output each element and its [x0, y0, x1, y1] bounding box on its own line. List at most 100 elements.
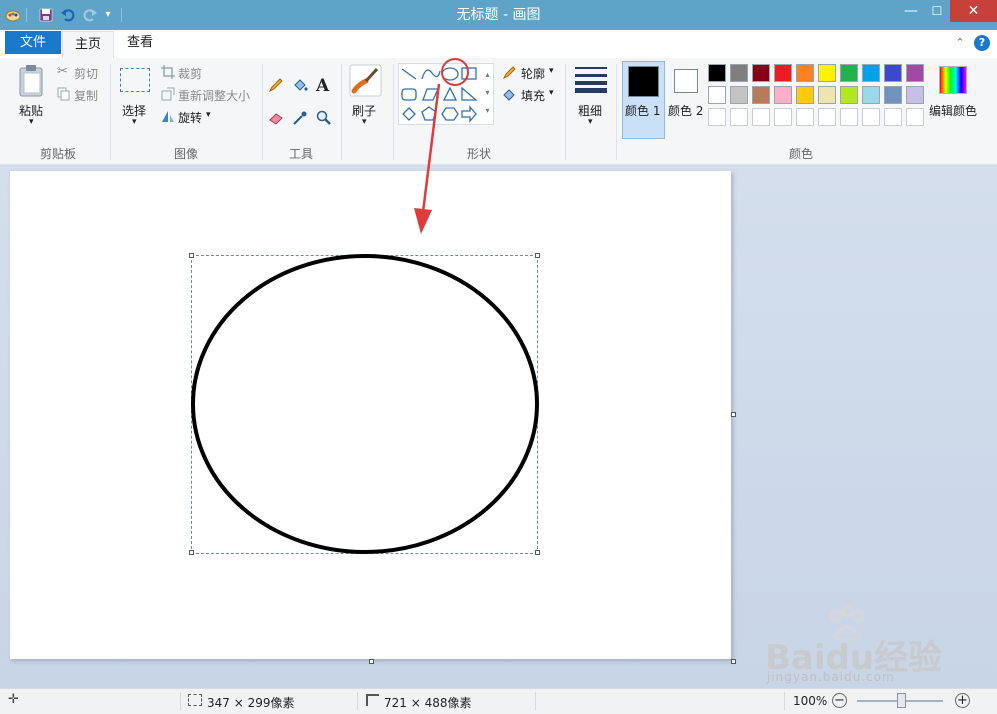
- magnifier-icon[interactable]: [316, 110, 332, 126]
- scissors-icon: ✂: [57, 64, 68, 79]
- palette-color-swatch[interactable]: [796, 86, 814, 104]
- palette-color-swatch[interactable]: [840, 64, 858, 82]
- palette-custom-swatch[interactable]: [884, 108, 902, 126]
- pencil-icon[interactable]: [268, 77, 284, 93]
- brushes-dropdown-icon[interactable]: ▾: [362, 117, 367, 127]
- palette-color-swatch[interactable]: [906, 64, 924, 82]
- palette-color-swatch[interactable]: [862, 64, 880, 82]
- zoom-out-button[interactable]: −: [832, 693, 847, 708]
- zoom-slider-thumb[interactable]: [897, 693, 906, 708]
- paste-dropdown-icon[interactable]: ▾: [29, 117, 34, 127]
- palette-custom-swatch[interactable]: [708, 108, 726, 126]
- quick-access-divider: [121, 8, 122, 22]
- text-tool-icon[interactable]: A: [316, 76, 332, 96]
- eraser-icon[interactable]: [268, 110, 284, 126]
- fill-dropdown-icon[interactable]: ▾: [549, 88, 554, 98]
- cut-button[interactable]: 剪切: [74, 65, 98, 82]
- rotate-dropdown-icon[interactable]: ▾: [206, 110, 211, 120]
- drawn-ellipse[interactable]: [188, 252, 542, 557]
- status-separator: [357, 692, 358, 710]
- outline-dropdown-icon[interactable]: ▾: [549, 66, 554, 76]
- group-separator: [565, 64, 566, 160]
- minimize-ribbon-icon[interactable]: ⌃: [953, 36, 967, 50]
- customize-quick-access-icon[interactable]: ▾: [100, 7, 116, 23]
- copy-button[interactable]: 复制: [74, 87, 98, 104]
- selection-size-text: 347 × 299像素: [207, 696, 295, 710]
- brush-icon[interactable]: [349, 64, 382, 97]
- quick-access-divider: [26, 8, 27, 22]
- selection-handle[interactable]: [535, 253, 540, 258]
- help-icon[interactable]: ?: [974, 35, 990, 51]
- palette-custom-swatch[interactable]: [906, 108, 924, 126]
- palette-color-swatch[interactable]: [774, 64, 792, 82]
- resize-button[interactable]: 重新调整大小: [178, 87, 250, 104]
- tab-file[interactable]: 文件: [5, 31, 61, 54]
- group-separator: [110, 64, 111, 160]
- selection-handle[interactable]: [189, 253, 194, 258]
- color1-swatch[interactable]: [628, 66, 659, 97]
- palette-color-swatch[interactable]: [708, 64, 726, 82]
- palette-color-swatch[interactable]: [862, 86, 880, 104]
- size-icon[interactable]: [575, 66, 607, 94]
- palette-color-swatch[interactable]: [840, 86, 858, 104]
- cursor-position-icon: ✛: [8, 692, 19, 707]
- curve-shape-icon: [421, 69, 441, 80]
- selection-size-icon: [188, 694, 202, 706]
- palette-custom-swatch[interactable]: [840, 108, 858, 126]
- palette-color-swatch[interactable]: [818, 64, 836, 82]
- palette-custom-swatch[interactable]: [752, 108, 770, 126]
- color2-label[interactable]: 颜色 2: [668, 102, 703, 119]
- edit-colors-button[interactable]: 编辑颜色: [929, 102, 977, 119]
- palette-color-swatch[interactable]: [752, 86, 770, 104]
- select-dropdown-icon[interactable]: ▾: [132, 117, 137, 127]
- shapes-gallery-scroll[interactable]: ▴ ▾ ▾: [483, 66, 492, 122]
- outline-button[interactable]: 轮廓: [521, 65, 545, 82]
- palette-color-swatch[interactable]: [818, 86, 836, 104]
- color-picker-icon[interactable]: [292, 110, 308, 126]
- rotate-button[interactable]: 旋转: [178, 109, 202, 126]
- selection-handle[interactable]: [535, 550, 540, 555]
- canvas-resize-handle-right[interactable]: [731, 412, 736, 417]
- tab-home[interactable]: 主页: [62, 31, 114, 59]
- close-button[interactable]: ✕: [950, 0, 997, 22]
- minimize-button[interactable]: —: [898, 0, 924, 22]
- line-shape-icon: [401, 68, 417, 80]
- palette-color-swatch[interactable]: [796, 64, 814, 82]
- palette-color-swatch[interactable]: [884, 86, 902, 104]
- canvas-size-text: 721 × 488像素: [384, 696, 472, 710]
- crop-button[interactable]: 裁剪: [178, 65, 202, 82]
- canvas-resize-handle-bottom[interactable]: [369, 659, 374, 664]
- paint-app-icon[interactable]: [5, 7, 21, 23]
- copy-icon: [57, 87, 71, 101]
- palette-color-swatch[interactable]: [884, 64, 902, 82]
- select-icon[interactable]: [120, 68, 150, 92]
- fill-button[interactable]: 填充: [521, 87, 545, 104]
- fill-bucket-icon[interactable]: [292, 77, 308, 93]
- zoom-in-button[interactable]: +: [955, 693, 970, 708]
- palette-custom-swatch[interactable]: [818, 108, 836, 126]
- palette-color-swatch[interactable]: [906, 86, 924, 104]
- palette-custom-swatch[interactable]: [774, 108, 792, 126]
- edit-colors-icon[interactable]: [939, 66, 967, 94]
- undo-icon[interactable]: [60, 7, 76, 23]
- tab-view[interactable]: 查看: [115, 31, 165, 54]
- palette-color-swatch[interactable]: [774, 86, 792, 104]
- palette-color-swatch[interactable]: [730, 86, 748, 104]
- palette-color-swatch[interactable]: [730, 64, 748, 82]
- palette-custom-swatch[interactable]: [730, 108, 748, 126]
- maximize-button[interactable]: ☐: [924, 0, 950, 22]
- redo-icon[interactable]: [82, 7, 98, 23]
- size-dropdown-icon[interactable]: ▾: [588, 117, 593, 127]
- selection-handle[interactable]: [189, 550, 194, 555]
- color2-swatch[interactable]: [674, 69, 698, 93]
- canvas-resize-handle-corner[interactable]: [731, 659, 736, 664]
- save-icon[interactable]: [38, 7, 54, 23]
- zoom-level-text: 100%: [793, 694, 828, 708]
- status-separator: [180, 692, 181, 710]
- palette-color-swatch[interactable]: [708, 86, 726, 104]
- paste-icon[interactable]: [16, 64, 48, 98]
- palette-color-swatch[interactable]: [752, 64, 770, 82]
- palette-custom-swatch[interactable]: [862, 108, 880, 126]
- red-arrow-annotation: [414, 83, 441, 234]
- palette-custom-swatch[interactable]: [796, 108, 814, 126]
